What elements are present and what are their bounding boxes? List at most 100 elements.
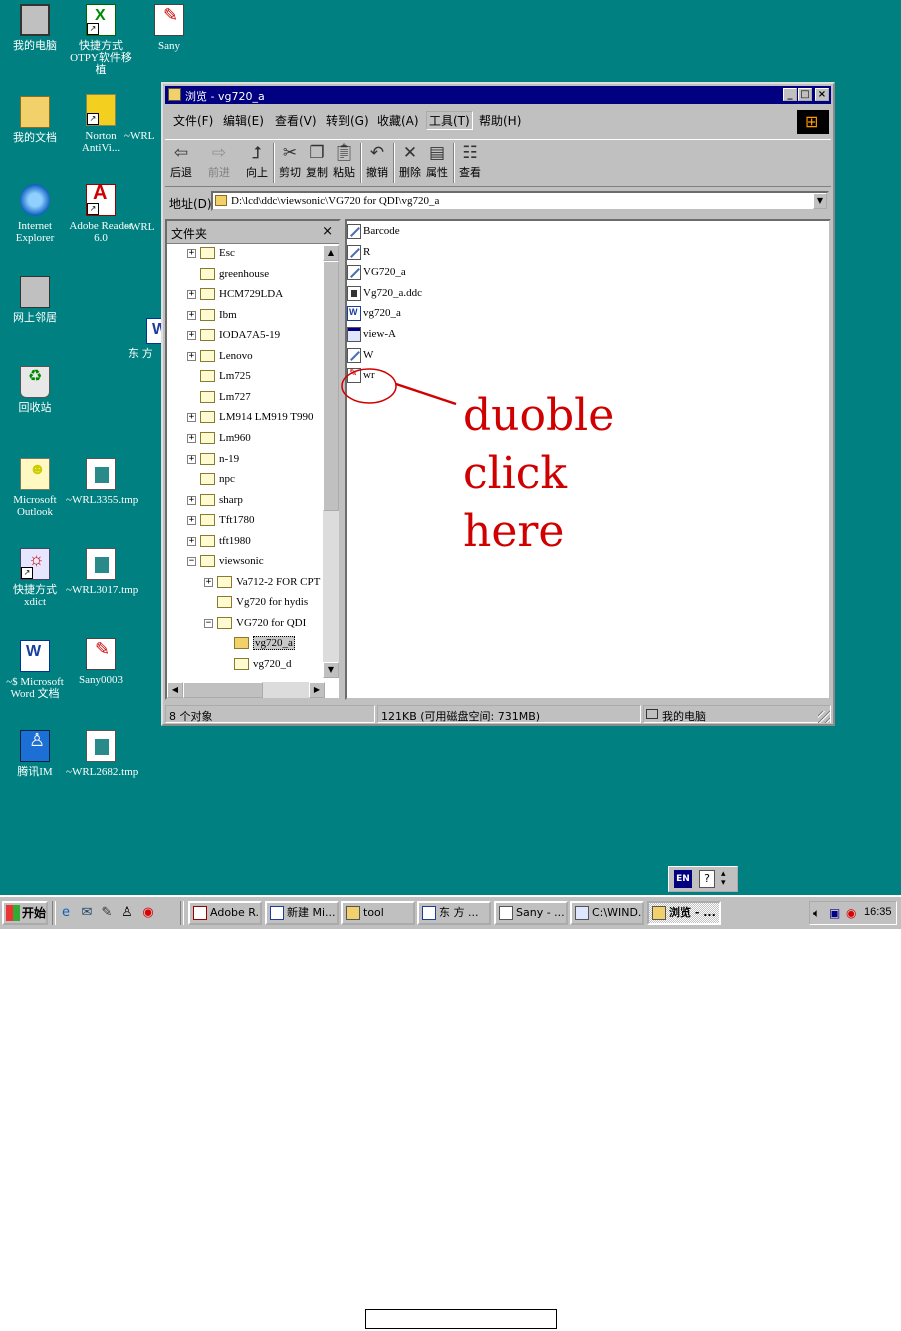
folder-pane-title: 文件夹 (171, 227, 208, 241)
desktop-icon-xdict-shortcut[interactable]: ↗ 快捷方式 xdict (0, 548, 70, 608)
pen-file-icon (347, 244, 361, 260)
views-button[interactable]: ☷ 查看 (456, 142, 484, 180)
windows-logo-icon (6, 905, 20, 921)
help-icon[interactable]: ? (699, 870, 715, 888)
expand-icon[interactable]: + (187, 413, 196, 423)
scroll-right-button[interactable]: ▶ (309, 682, 325, 698)
properties-icon: ▤ (428, 143, 446, 163)
desktop-icon-my-documents[interactable]: 我的文档 (0, 96, 70, 144)
cut-button[interactable]: ✂ 剪切 (276, 142, 304, 180)
word-icon (270, 906, 284, 920)
taskbar-button-browse[interactable]: 浏览 - ... (647, 901, 721, 925)
delete-button[interactable]: ✕ 删除 (396, 142, 424, 180)
desktop-icon-network[interactable]: 网上邻居 (0, 276, 70, 324)
menu-view[interactable]: 查看(V) (275, 112, 317, 129)
taskbar-button-sany[interactable]: Sany - ... (494, 901, 568, 925)
taskbar-button-dongfang[interactable]: 东 方 ... (417, 901, 491, 925)
volume-icon[interactable]: 🔈︎ (813, 906, 820, 920)
forward-button[interactable]: ⇨ 前进 (205, 142, 233, 180)
expand-icon[interactable]: + (187, 249, 196, 258)
langbar-options-button[interactable]: ▴ ▾ (721, 870, 726, 888)
footer-box (365, 1309, 557, 1329)
desktop-icon-my-computer[interactable]: 我的电脑 (0, 4, 70, 52)
menu-edit[interactable]: 编辑(E) (223, 112, 264, 129)
back-button[interactable]: ⇦ 后退 (167, 142, 195, 180)
undo-button[interactable]: ↶ 撤销 (363, 142, 391, 180)
scroll-down-button[interactable]: ▼ (323, 662, 339, 678)
expand-icon[interactable]: + (187, 290, 196, 300)
scroll-thumb[interactable] (183, 682, 263, 698)
clock[interactable]: 16:35 (864, 906, 892, 918)
app-quicklaunch-icon[interactable]: ◉ (140, 905, 156, 921)
desktop-icon-wrl3017[interactable]: ~WRL3017.tmp (66, 548, 138, 596)
window-title: 浏览 - vg720_a (185, 90, 265, 103)
desktop-icon-adobe-reader[interactable]: ↗ Adobe Reader 6.0 (66, 184, 136, 244)
minimize-button[interactable]: _ (783, 88, 797, 101)
collapse-icon[interactable]: − (204, 618, 213, 628)
desktop-icon-otpy-shortcut[interactable]: ↗ 快捷方式 OTPY软件移植 (66, 4, 136, 76)
desktop-icon-wrl-partial-2[interactable]: ~WRL (124, 221, 164, 233)
folder-pane-close-button[interactable]: × (322, 224, 333, 239)
scroll-left-button[interactable]: ◀ (167, 682, 183, 698)
desktop-icon-qq[interactable]: 腾讯IM (0, 730, 70, 778)
close-button[interactable]: × (815, 88, 829, 101)
menu-help[interactable]: 帮助(H) (479, 112, 521, 129)
menu-goto[interactable]: 转到(G) (326, 112, 369, 129)
desktop-icon-norton[interactable]: ↗ Norton AntiVi... (66, 94, 136, 154)
tree-item-label: IODA7A5-19 (219, 329, 281, 342)
desktop-icon-wrl3355[interactable]: ~WRL3355.tmp (66, 458, 138, 506)
tree-horizontal-scrollbar[interactable]: ◀ ▶ (167, 682, 325, 698)
expand-icon[interactable]: + (187, 495, 196, 505)
menu-file[interactable]: 文件(F) (173, 112, 213, 129)
up-button[interactable]: ⮥ 向上 (243, 142, 271, 180)
desktop-icon-wrl2682[interactable]: ~WRL2682.tmp (66, 730, 138, 778)
desktop-icon-word-doc[interactable]: ~$ Microsoft Word 文档 (0, 640, 70, 700)
tree-item-label: VG720 for QDI (236, 616, 307, 629)
start-button[interactable]: 开始 (2, 901, 48, 925)
taskbar-button-word-new[interactable]: 新建 Mi... (265, 901, 339, 925)
app-tray-icon[interactable]: ◉ (846, 906, 856, 920)
tree-item-label: Lm960 (219, 431, 251, 444)
scroll-thumb[interactable] (323, 261, 339, 511)
taskbar-button-adobe[interactable]: Adobe R... (188, 901, 262, 925)
copy-button[interactable]: ❐ 复制 (303, 142, 331, 180)
collapse-icon[interactable]: − (187, 557, 196, 567)
expand-icon[interactable]: + (204, 577, 213, 587)
address-input[interactable]: D:\lcd\ddc\viewsonic\VG720 for QDI\vg720… (211, 191, 829, 211)
tree-vertical-scrollbar[interactable]: ▲ ▼ (323, 245, 339, 678)
taskbar-button-windows-folder[interactable]: C:\WIND... (570, 901, 644, 925)
desktop-icon-wrl-partial-1[interactable]: ~WRL (124, 130, 164, 142)
folder-icon (200, 555, 215, 568)
menu-favorites[interactable]: 收藏(A) (377, 112, 419, 129)
outlook-express-icon[interactable]: ✉ (79, 905, 95, 921)
folder-icon (200, 534, 215, 547)
desktop-icon-sany0003[interactable]: Sany0003 (66, 638, 136, 686)
language-indicator[interactable]: EN (674, 870, 692, 888)
adobe-reader-icon: ↗ (86, 184, 116, 216)
expand-icon[interactable]: + (187, 516, 196, 526)
internet-explorer-icon[interactable]: e (58, 905, 74, 921)
taskbar-button-tool[interactable]: tool (341, 901, 415, 925)
desktop-icon-recycle-bin[interactable]: 回收站 (0, 366, 70, 414)
address-dropdown-button[interactable]: ▼ (813, 193, 827, 209)
expand-icon[interactable]: + (187, 536, 196, 546)
paste-button[interactable]: 📋︎ 粘贴 (330, 142, 358, 180)
resize-grip[interactable] (818, 711, 830, 723)
title-bar[interactable]: 浏览 - vg720_a _ □ × (165, 86, 831, 104)
expand-icon[interactable]: + (187, 433, 196, 443)
expand-icon[interactable]: + (187, 331, 196, 341)
scroll-up-button[interactable]: ▲ (323, 245, 339, 261)
qq-icon[interactable]: ♙ (119, 905, 135, 921)
expand-icon[interactable]: + (187, 351, 196, 361)
maximize-button[interactable]: □ (798, 88, 812, 101)
expand-icon[interactable]: + (187, 310, 196, 320)
desktop-icon-internet-explorer[interactable]: Internet Explorer (0, 184, 70, 244)
network-icon[interactable]: ▣ (829, 906, 840, 920)
desktop-icon[interactable]: ✎ (99, 905, 115, 921)
properties-button[interactable]: ▤ 属性 (423, 142, 451, 180)
menu-tools[interactable]: 工具(T) (426, 111, 473, 130)
expand-icon[interactable]: + (187, 454, 196, 464)
desktop-icon-outlook[interactable]: Microsoft Outlook (0, 458, 70, 518)
scissors-icon: ✂ (282, 143, 298, 163)
desktop-icon-sany[interactable]: Sany (134, 4, 204, 52)
